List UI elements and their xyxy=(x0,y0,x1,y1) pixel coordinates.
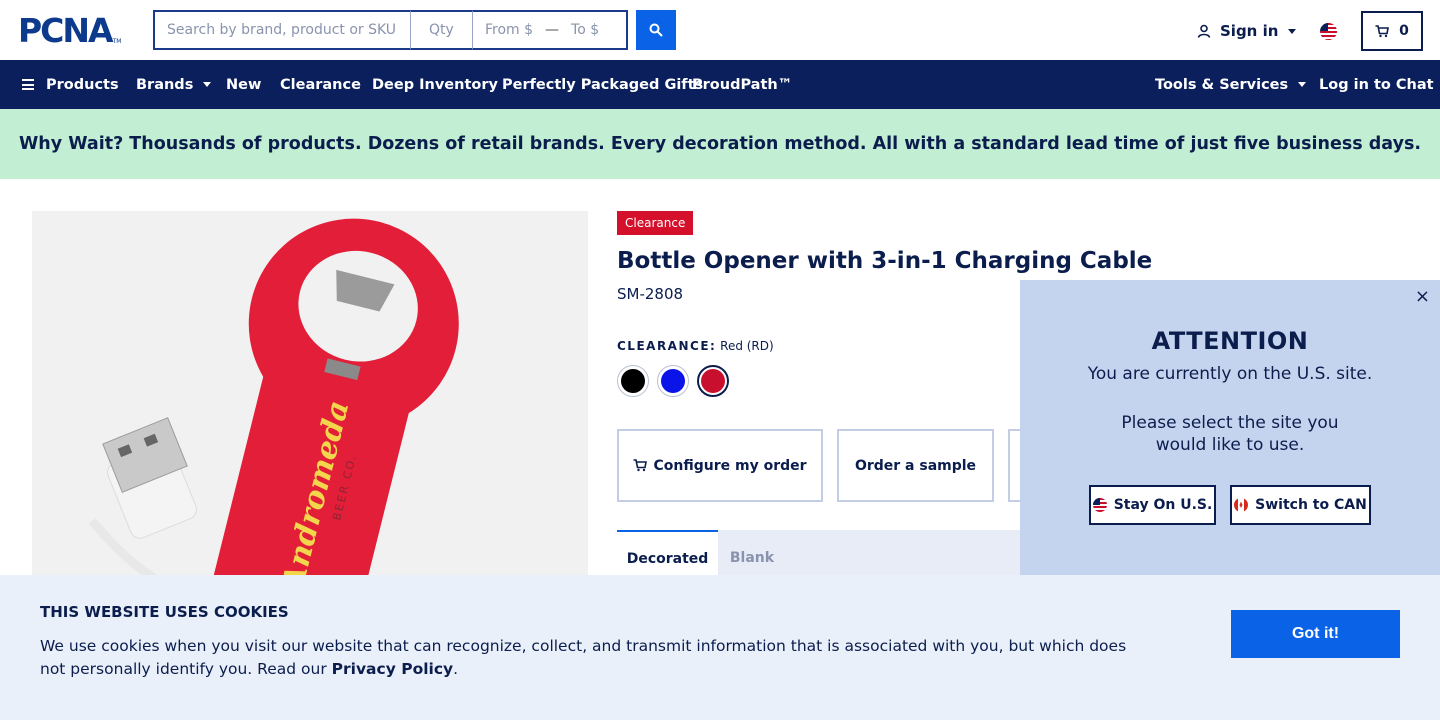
color-label-key: CLEARANCE: xyxy=(617,339,717,353)
color-swatches xyxy=(617,365,729,397)
region-select-modal: × ATTENTION You are currently on the U.S… xyxy=(1020,280,1440,575)
order-sample-button[interactable]: Order a sample xyxy=(837,429,994,502)
search-icon xyxy=(649,23,663,37)
cookie-banner: THIS WEBSITE USES COOKIES We use cookies… xyxy=(0,575,1440,720)
price-range[interactable]: From $ — To $ xyxy=(473,10,628,50)
product-title: Bottle Opener with 3-in-1 Charging Cable xyxy=(617,248,1153,274)
pcna-logo[interactable]: PCNA TM xyxy=(18,14,121,48)
swatch-black[interactable] xyxy=(617,365,649,397)
nav-products[interactable]: Products xyxy=(22,60,119,109)
order-sample-label: Order a sample xyxy=(854,457,977,474)
region-modal-instruction-2: would like to use. xyxy=(1155,435,1305,455)
stay-on-us-label: Stay On U.S. xyxy=(1113,497,1213,513)
swatch-red[interactable] xyxy=(697,365,729,397)
switch-to-can-button[interactable]: Switch to CAN xyxy=(1230,485,1371,525)
search-group: From $ — To $ xyxy=(153,10,676,50)
promo-banner: Why Wait? Thousands of products. Dozens … xyxy=(0,109,1440,179)
cart-icon xyxy=(633,459,648,472)
nav-tools-services[interactable]: Tools & Services xyxy=(1155,60,1307,109)
chevron-down-icon xyxy=(1298,82,1307,87)
nav-new[interactable]: New xyxy=(226,60,261,109)
top-bar: PCNA TM From $ — To $ Sign in 0 xyxy=(0,0,1440,60)
color-label: CLEARANCE: Red (RD) xyxy=(617,339,774,353)
nav-clearance[interactable]: Clearance xyxy=(280,60,361,109)
search-button[interactable] xyxy=(636,10,676,50)
cart-count: 0 xyxy=(1399,23,1409,39)
nav-tools-label: Tools & Services xyxy=(1155,76,1289,93)
nav-products-label: Products xyxy=(46,76,119,93)
nav-log-in-to-chat[interactable]: Log in to Chat xyxy=(1319,60,1434,109)
cookie-body: We use cookies when you visit our websit… xyxy=(40,637,1127,678)
bottle-opener-illustration: Andromeda BEER CO. xyxy=(88,218,459,591)
chevron-down-icon xyxy=(1288,28,1297,34)
cart-icon xyxy=(1375,24,1390,37)
product-image[interactable]: Andromeda BEER CO. xyxy=(32,211,588,591)
us-flag-icon xyxy=(1092,498,1107,512)
nav-proudpath[interactable]: ProudPath™ xyxy=(692,60,792,109)
nav-deep-inventory[interactable]: Deep Inventory xyxy=(372,60,498,109)
sign-in-label: Sign in xyxy=(1220,22,1279,40)
nav-brands[interactable]: Brands xyxy=(136,60,212,109)
promo-banner-text: Why Wait? Thousands of products. Dozens … xyxy=(18,134,1422,154)
configure-order-label: Configure my order xyxy=(653,457,807,474)
search-input[interactable] xyxy=(153,10,411,50)
nav-perfectly-packaged-gifts[interactable]: Perfectly Packaged Gifts xyxy=(502,60,703,109)
swatch-blue[interactable] xyxy=(657,365,689,397)
product-sku: SM-2808 xyxy=(617,285,684,303)
cart-button[interactable]: 0 xyxy=(1361,11,1423,51)
region-modal-title: ATTENTION xyxy=(1151,327,1309,355)
main-nav: Products Brands New Clearance Deep Inven… xyxy=(0,60,1440,109)
price-range-dash: — xyxy=(545,22,560,38)
close-icon[interactable]: × xyxy=(1415,288,1430,306)
cookie-text: We use cookies when you visit our websit… xyxy=(40,635,1140,681)
clearance-badge: Clearance xyxy=(617,211,694,235)
privacy-policy-link[interactable]: Privacy Policy xyxy=(332,660,454,678)
nav-brands-label: Brands xyxy=(136,76,194,93)
qty-input[interactable] xyxy=(411,10,473,50)
color-label-value: Red (RD) xyxy=(720,339,774,353)
sign-in-menu[interactable]: Sign in xyxy=(1197,22,1297,40)
region-modal-instruction-1: Please select the site you xyxy=(1121,413,1339,433)
chevron-down-icon xyxy=(203,82,212,87)
logo-trademark: TM xyxy=(112,38,122,45)
price-to-field[interactable]: To $ xyxy=(571,22,599,38)
stay-on-us-button[interactable]: Stay On U.S. xyxy=(1089,485,1216,525)
us-flag-icon[interactable] xyxy=(1320,23,1337,40)
price-from-field[interactable]: From $ xyxy=(485,22,533,38)
switch-to-can-label: Switch to CAN xyxy=(1255,497,1367,513)
accept-cookies-button[interactable]: Got it! xyxy=(1231,610,1400,658)
cookie-end: . xyxy=(453,660,459,678)
region-modal-current-site: You are currently on the U.S. site. xyxy=(1087,364,1373,384)
user-icon xyxy=(1197,24,1211,38)
cookie-title: THIS WEBSITE USES COOKIES xyxy=(40,603,289,621)
hamburger-icon xyxy=(22,79,34,90)
configure-order-button[interactable]: Configure my order xyxy=(617,429,823,502)
logo-text: PCNA xyxy=(18,11,114,50)
canada-flag-icon xyxy=(1234,498,1249,512)
